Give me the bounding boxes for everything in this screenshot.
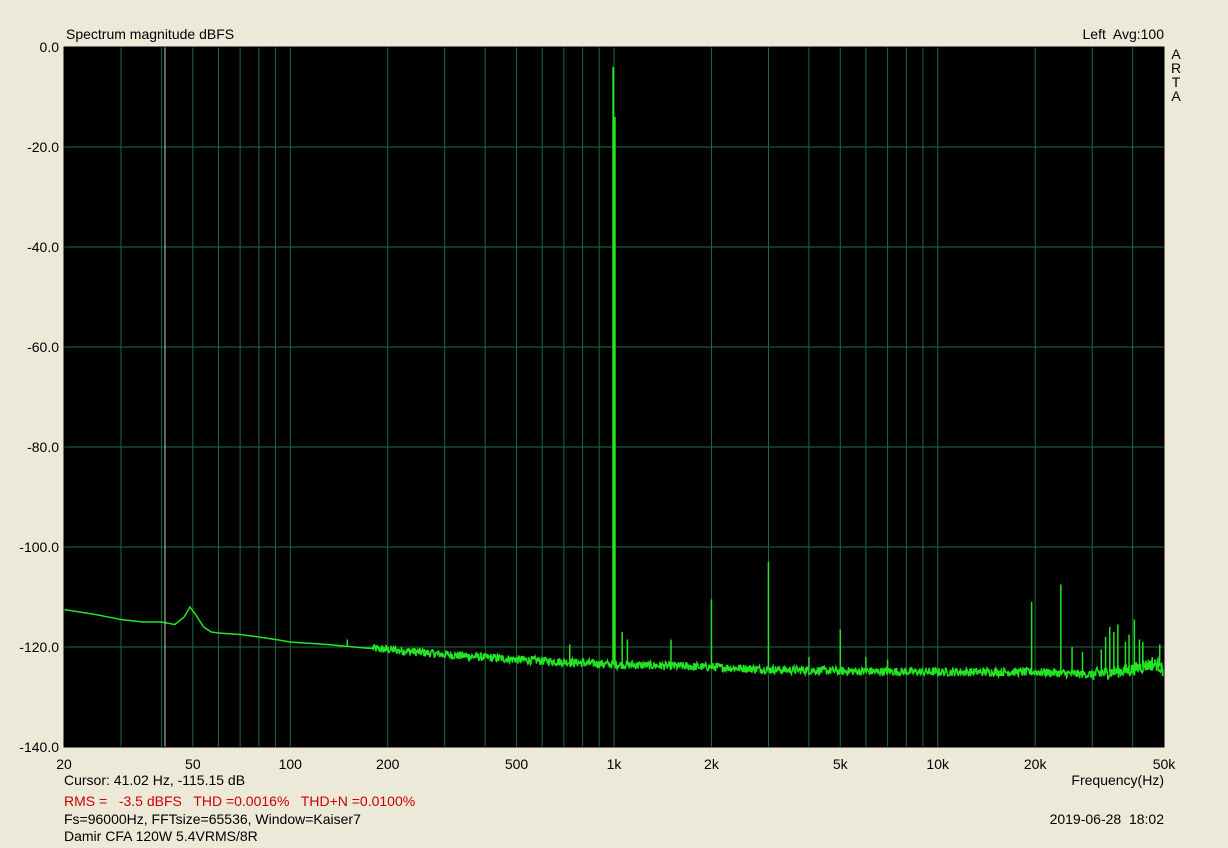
- y-tick-label: -140.0: [19, 739, 59, 755]
- measurement-datetime: 2019-06-28 18:02: [1049, 811, 1164, 827]
- x-tick-label: 50: [185, 756, 201, 772]
- y-tick-label: -40.0: [27, 239, 59, 255]
- y-tick-label: -120.0: [19, 639, 59, 655]
- y-tick-label: -80.0: [27, 439, 59, 455]
- arta-brand-label: ARTA: [1170, 46, 1182, 104]
- x-tick-label: 10k: [926, 756, 950, 772]
- x-tick-label: 50k: [1153, 756, 1177, 772]
- fft-settings: Fs=96000Hz, FFTsize=65536, Window=Kaiser…: [64, 811, 361, 827]
- x-tick-label: 2k: [704, 756, 720, 772]
- x-tick-label: 1k: [607, 756, 623, 772]
- x-tick-label: 20k: [1024, 756, 1048, 772]
- channel-avg-label: Left Avg:100: [1082, 26, 1164, 42]
- x-tick-label: 100: [279, 756, 303, 772]
- y-tick-label: 0.0: [40, 39, 60, 55]
- spectrum-chart: 0.0 -20.0 -40.0 -60.0 -80.0 -100.0 -120.0 -140.…: [19, 39, 1177, 772]
- y-tick-label: -20.0: [27, 139, 59, 155]
- chart-title: Spectrum magnitude dBFS: [66, 26, 235, 42]
- cursor-readout: Cursor: 41.02 Hz, -115.15 dB: [64, 772, 246, 788]
- y-tick-label: -60.0: [27, 339, 59, 355]
- rms-thd-readout: RMS = -3.5 dBFS THD =0.0016% THD+N =0.01…: [64, 793, 416, 809]
- x-axis-label: Frequency(Hz): [1071, 772, 1164, 788]
- measurement-description: Damir CFA 120W 5.4VRMS/8R: [64, 828, 258, 844]
- x-tick-label: 500: [505, 756, 529, 772]
- x-tick-label: 5k: [833, 756, 849, 772]
- x-tick-label: 20: [56, 756, 72, 772]
- x-tick-label: 200: [376, 756, 400, 772]
- y-tick-label: -100.0: [19, 539, 59, 555]
